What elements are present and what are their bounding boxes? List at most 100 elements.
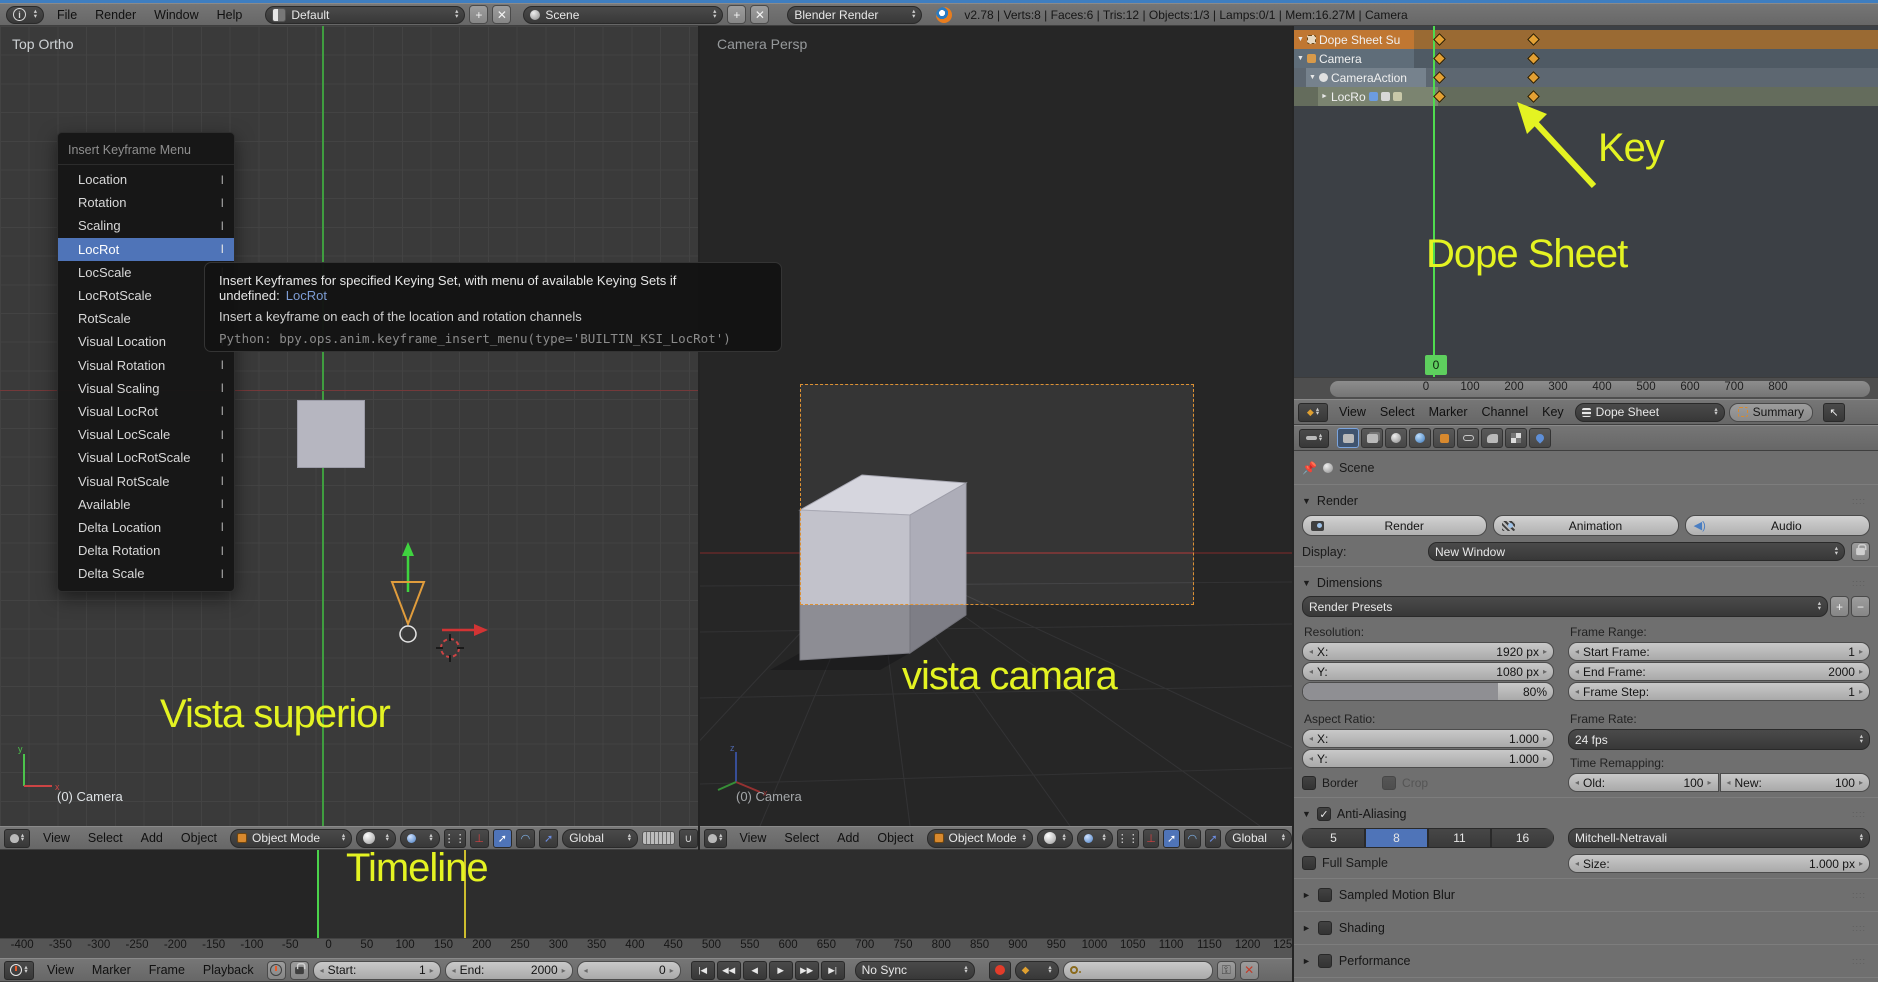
chevron-down-icon[interactable]: ▼ [1309, 74, 1316, 81]
topbar-menu-item[interactable]: Help [208, 8, 252, 22]
drag-dots-icon[interactable]: :::: [1852, 578, 1866, 588]
end-frame-field[interactable]: ◂ End Frame: 2000 ▸ [1568, 662, 1870, 681]
manipulator-rotate-button[interactable]: ◠ [515, 828, 536, 848]
resolution-y-field[interactable]: ◂ Y: 1080 px ▸ [1302, 662, 1554, 681]
editor-type-button[interactable]: ▴ ▾ [1299, 428, 1329, 448]
remap-old-field[interactable]: ◂ Old: 100 ▸ [1568, 773, 1719, 792]
timeline-menu-item[interactable]: View [38, 963, 83, 977]
lock-range-button[interactable] [289, 960, 309, 980]
dope-menu-item[interactable]: Marker [1422, 405, 1475, 419]
editor-type-button[interactable]: ▴ ▾ [704, 828, 727, 848]
insert-keyframe-button[interactable]: ⚿ [1216, 960, 1236, 980]
full-sample-checkbox[interactable]: Full Sample [1302, 856, 1554, 870]
manipulator-translate-button[interactable]: ➚ [1163, 828, 1180, 848]
render-button[interactable]: Render [1302, 515, 1488, 536]
timeline-editor[interactable] [0, 850, 1292, 938]
timeline-ruler[interactable]: -400 -350 -300 -250 -200 -150 -100 -50 0 50 100 150… [0, 938, 1292, 958]
wrench-icon[interactable] [1368, 92, 1378, 101]
manipulator-rotate-button[interactable]: ◠ [1183, 828, 1201, 848]
topbar-menu-item[interactable]: File [48, 8, 86, 22]
drag-dots-icon[interactable]: :::: [1852, 956, 1866, 966]
aspect-x-field[interactable]: ◂ X: 1.000 ▸ [1302, 729, 1554, 748]
orientation-select[interactable]: Global ▴ ▾ [1225, 828, 1292, 848]
tab-object[interactable] [1433, 428, 1455, 448]
viewport-menu-item[interactable]: View [34, 831, 79, 845]
dope-menu-item[interactable]: View [1332, 405, 1373, 419]
chevron-down-icon[interactable]: ▼ [1297, 55, 1304, 62]
aa-sample-button[interactable]: 16 [1491, 828, 1554, 848]
manipulator-translate-button[interactable]: ➚ [492, 828, 512, 848]
menu-item[interactable]: Visual LocScale I [58, 423, 234, 446]
pivot-select[interactable]: ▴ ▾ [1076, 828, 1113, 848]
editor-type-button[interactable]: ▴ ▾ [4, 960, 34, 980]
tab-render[interactable] [1337, 428, 1359, 448]
current-frame-badge[interactable]: 0 [1425, 355, 1447, 375]
speaker-icon[interactable] [1380, 92, 1390, 101]
menu-item[interactable]: Visual Rotation I [58, 354, 234, 377]
topbar-menu-item[interactable]: Window [145, 8, 207, 22]
menu-item[interactable]: Delta Scale I [58, 562, 234, 585]
aspect-y-field[interactable]: ◂ Y: 1.000 ▸ [1302, 749, 1554, 768]
dope-menu-item[interactable]: Key [1535, 405, 1571, 419]
sync-select[interactable]: No Sync ▴ ▾ [854, 960, 975, 980]
render-engine-select[interactable]: Blender Render ▴ ▾ [787, 5, 923, 24]
collapsed-panel-header[interactable]: ► Performance :::: [1302, 950, 1870, 972]
cursor-tool-button[interactable]: ↖ [1823, 402, 1845, 422]
aa-filter-select[interactable]: Mitchell-Netravali ▴ ▾ [1568, 828, 1870, 848]
tab-constraints[interactable] [1457, 428, 1479, 448]
editor-type-button[interactable]: ▴ ▾ [4, 828, 31, 848]
layers-widget[interactable] [641, 831, 675, 845]
playback-button[interactable]: ▶▶ [794, 960, 819, 980]
preset-remove-button[interactable]: − [1851, 596, 1870, 617]
mode-select[interactable]: Object Mode ▴ ▾ [230, 828, 353, 848]
screen-layout-select[interactable]: Default ▴ ▾ [265, 5, 466, 24]
viewport-menu-item[interactable]: Select [775, 831, 828, 845]
manipulator-axis-button[interactable]: ⊥ [469, 828, 489, 848]
delete-keyframe-button[interactable]: ✕ [1239, 960, 1259, 980]
topbar-menu-item[interactable]: Render [86, 8, 145, 22]
lock-open-icon[interactable] [1392, 92, 1402, 101]
dope-sheet-ruler[interactable]: 0 100 200 300 400 500 600 700 800 [1294, 377, 1878, 399]
playback-button[interactable]: ▶ [768, 960, 793, 980]
manipulator-scale-button[interactable]: ➚ [1204, 828, 1222, 848]
manipulator-toggle[interactable]: ⋮⋮ [1116, 828, 1139, 848]
preset-add-button[interactable]: + [1830, 596, 1849, 617]
tab-scene[interactable] [1385, 428, 1407, 448]
manipulator-axis-button[interactable]: ⊥ [1142, 828, 1160, 848]
pivot-select[interactable]: ▴ ▾ [399, 828, 440, 848]
viewport-splitter[interactable] [698, 26, 700, 850]
viewport-menu-item[interactable]: Select [79, 831, 132, 845]
aa-sample-button[interactable]: 11 [1428, 828, 1491, 848]
aa-sample-button[interactable]: 5 [1302, 828, 1365, 848]
resolution-x-field[interactable]: ◂ X: 1920 px ▸ [1302, 642, 1554, 661]
keying-set-type-select[interactable]: ◆ ▴ ▾ [1014, 960, 1059, 980]
playback-button[interactable]: ◀◀ [716, 960, 741, 980]
audio-button[interactable]: ◀) Audio [1684, 515, 1870, 536]
tab-render-layers[interactable] [1361, 428, 1383, 448]
tab-world[interactable] [1409, 428, 1431, 448]
summary-toggle[interactable]: Summary [1728, 402, 1813, 422]
cube-top-view[interactable] [297, 400, 365, 468]
menu-item[interactable]: LocRot I [58, 237, 234, 261]
playback-button[interactable]: ◀ [742, 960, 767, 980]
chevron-down-icon[interactable]: ▼ [1297, 36, 1304, 43]
menu-item[interactable]: Delta Location I [58, 516, 234, 539]
menu-item[interactable]: Scaling I [58, 214, 234, 237]
tab-physics[interactable] [1529, 428, 1551, 448]
animation-button[interactable]: Animation [1493, 515, 1679, 536]
start-frame-field[interactable]: ◂ Start: 1 ▸ [312, 960, 441, 980]
aa-sample-button[interactable]: 8 [1365, 828, 1428, 848]
shading-select[interactable]: ▴ ▾ [356, 828, 396, 848]
drag-dots-icon[interactable]: :::: [1852, 809, 1866, 819]
panel-header-render[interactable]: ▼ Render :::: [1302, 490, 1870, 512]
add-scene-button[interactable]: + [727, 5, 747, 24]
camera-object-gizmo[interactable] [370, 540, 500, 665]
display-select[interactable]: New Window ▴ ▾ [1428, 542, 1845, 561]
window-type-button[interactable]: i ▴ ▾ [6, 5, 44, 24]
drag-dots-icon[interactable]: :::: [1852, 496, 1866, 506]
panel-header-anti-aliasing[interactable]: ▼ ✓ Anti-Aliasing :::: [1302, 803, 1870, 825]
anti-aliasing-checkbox[interactable]: ✓ [1316, 807, 1331, 821]
resolution-percentage-slider[interactable]: 80% [1302, 682, 1554, 701]
current-frame-field[interactable]: ◂ 0 ▸ [576, 960, 681, 980]
tab-object-data[interactable] [1481, 428, 1503, 448]
